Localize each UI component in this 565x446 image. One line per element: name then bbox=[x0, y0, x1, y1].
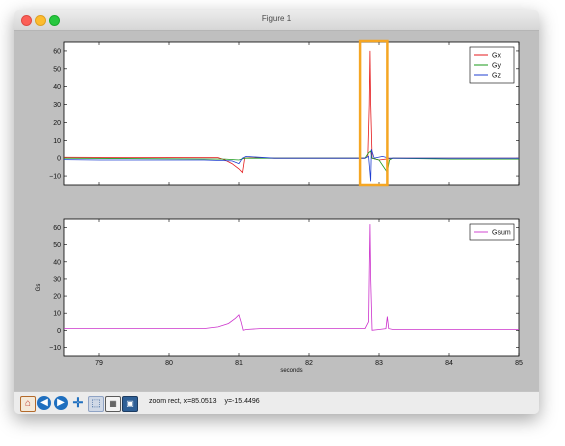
title-bar[interactable]: Figure 1 bbox=[14, 10, 539, 31]
y-tick-label: 60 bbox=[53, 48, 61, 55]
y-tick-label: 20 bbox=[53, 294, 61, 301]
legend-label: Gx bbox=[492, 53, 501, 60]
y-tick-label: −10 bbox=[49, 174, 61, 181]
x-tick-label: 84 bbox=[445, 360, 453, 367]
plot-svg: −10 0 10 20 30 40 50 60 Gx Gy Gz −10 0 10 20 30 40 50 60 79… bbox=[36, 39, 523, 374]
axes-background bbox=[63, 218, 520, 357]
y-tick-label: 0 bbox=[57, 156, 61, 163]
y-tick-label: 30 bbox=[53, 276, 61, 283]
legend-label: Gsum bbox=[492, 230, 511, 237]
y-axis-label: Gs bbox=[36, 284, 42, 292]
y-tick-label: 60 bbox=[53, 225, 61, 232]
zoom-rect-icon: ⬚ bbox=[91, 398, 101, 409]
figure-window: Figure 1 −10 0 10 20 30 40 50 60 Gx Gy Gz −10 0 10 20 3… bbox=[14, 10, 539, 414]
y-tick-label: 10 bbox=[53, 311, 61, 318]
x-tick-label: 82 bbox=[305, 360, 313, 367]
figure-canvas[interactable]: −10 0 10 20 30 40 50 60 Gx Gy Gz −10 0 10 20 30 40 50 60 79… bbox=[14, 31, 539, 391]
subplot-1: −10 0 10 20 30 40 50 60 Gx Gy Gz bbox=[49, 39, 520, 187]
status-y: y=-15.4496 bbox=[224, 398, 260, 405]
x-axis-label: seconds bbox=[280, 368, 302, 374]
legend-label: Gz bbox=[492, 73, 501, 80]
save-button[interactable]: ▣ bbox=[122, 396, 138, 412]
home-button[interactable]: ⌂ bbox=[20, 396, 36, 412]
move-icon: ✛ bbox=[72, 395, 84, 410]
forward-arrow-icon: ▶ bbox=[57, 397, 65, 408]
zoom-button[interactable]: ⬚ bbox=[88, 396, 104, 412]
status-readout: zoom rect, x=85.0513 y=-15.4496 bbox=[149, 398, 266, 405]
x-tick-label: 80 bbox=[165, 360, 173, 367]
y-tick-label: 30 bbox=[53, 102, 61, 109]
y-tick-label: 40 bbox=[53, 259, 61, 266]
window-title: Figure 1 bbox=[261, 14, 292, 23]
legend: Gx Gy Gz bbox=[469, 46, 515, 84]
x-tick-label: 79 bbox=[95, 360, 103, 367]
y-tick-label: 10 bbox=[53, 138, 61, 145]
back-button[interactable]: ◀ bbox=[37, 396, 51, 410]
status-mode: zoom rect, x=85.0513 bbox=[149, 398, 217, 405]
y-tick-label: 50 bbox=[53, 242, 61, 249]
home-icon: ⌂ bbox=[24, 398, 32, 409]
legend-label: Gy bbox=[492, 63, 501, 70]
x-tick-label: 83 bbox=[375, 360, 383, 367]
x-tick-label: 85 bbox=[515, 360, 523, 367]
back-arrow-icon: ◀ bbox=[40, 397, 48, 408]
legend: Gsum bbox=[469, 223, 515, 241]
y-tick-label: 0 bbox=[57, 328, 61, 335]
y-tick-label: −10 bbox=[49, 345, 61, 352]
save-icon: ▣ bbox=[126, 399, 134, 408]
y-tick-label: 50 bbox=[53, 66, 61, 73]
subplots-button[interactable]: ▦ bbox=[105, 396, 121, 412]
subplots-icon: ▦ bbox=[109, 399, 117, 408]
pan-button[interactable]: ✛ bbox=[71, 396, 85, 410]
x-tick-label: 81 bbox=[235, 360, 243, 367]
forward-button[interactable]: ▶ bbox=[54, 396, 68, 410]
axes-background bbox=[63, 41, 520, 186]
y-tick-label: 40 bbox=[53, 84, 61, 91]
subplot-2: −10 0 10 20 30 40 50 60 79 80 81 82 83 84 85 seconds Gs G… bbox=[36, 218, 523, 374]
navigation-toolbar: ⌂ ◀ ▶ ✛ ⬚ ▦ ▣ zoom rect, x=85.0513 y=-15… bbox=[14, 391, 539, 414]
y-tick-label: 20 bbox=[53, 120, 61, 127]
